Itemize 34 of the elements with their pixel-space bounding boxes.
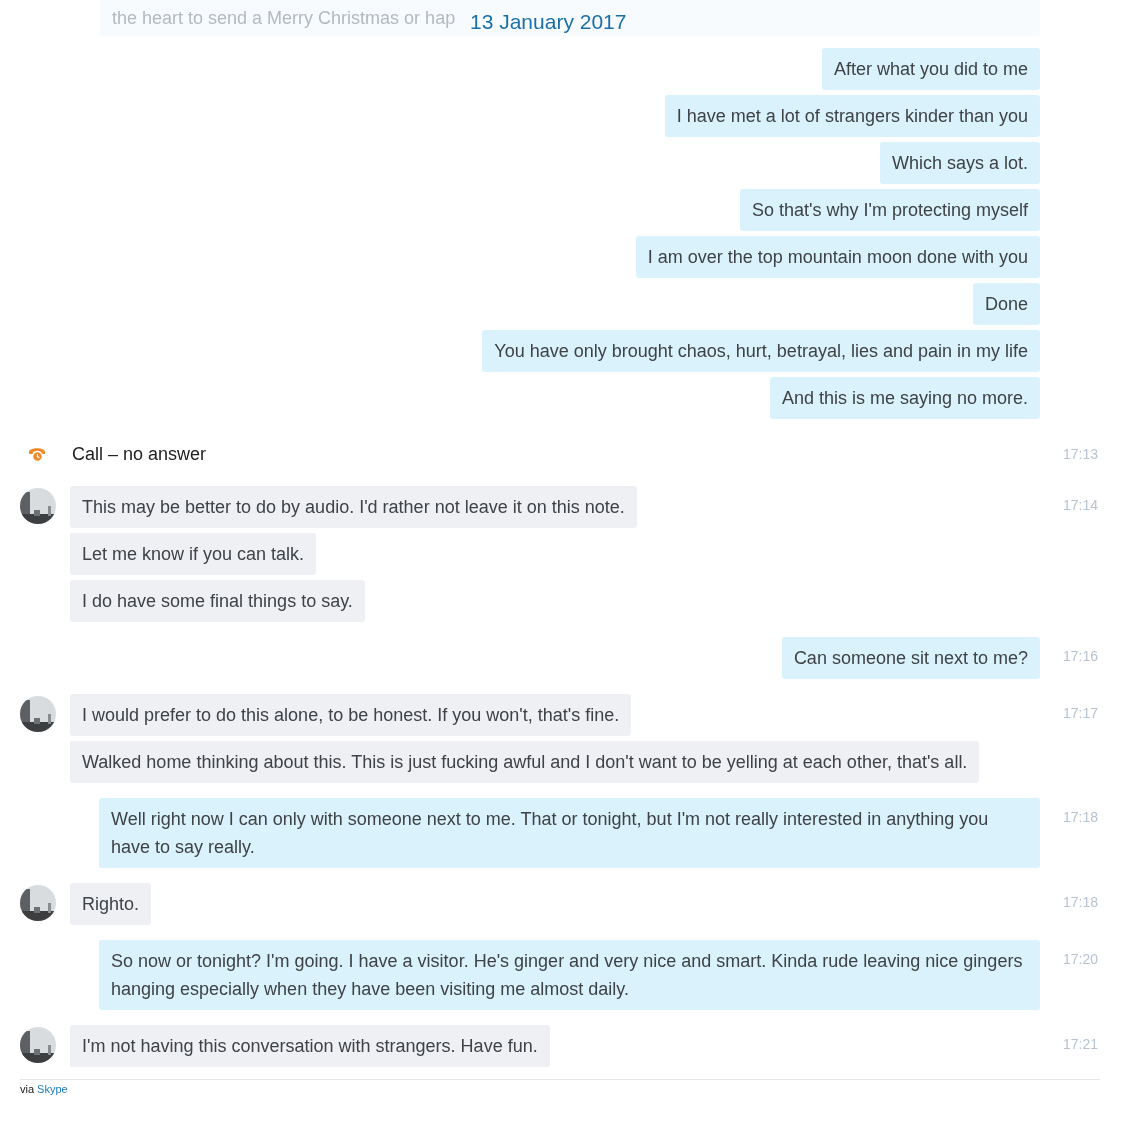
message-bubble: I have met a lot of strangers kinder than you [664, 95, 1040, 137]
call-status: Call – no answer [71, 443, 208, 466]
message-bubble: So now or tonight? I'm going. I have a visitor. He's ginger and very nice and smart. Kinda rude leaving nice gingers hanging especially when they have been visiting me almost daily. [99, 940, 1040, 1010]
message-bubble: I'm not having this conversation with strangers. Have fun. [70, 1025, 550, 1067]
avatar [20, 885, 56, 921]
timestamp: 17:18 [1063, 809, 1099, 825]
timestamp: 17:13 [1063, 446, 1099, 462]
message-bubble: Walked home thinking about this. This is just fucking awful and I don't want to be yelling at each other, that's all. [70, 741, 980, 783]
message-bubble: Done [972, 283, 1040, 325]
message-bubble: And this is me saying no more. [769, 377, 1040, 419]
message-bubble: I would prefer to do this alone, to be honest. If you won't, that's fine. [70, 694, 632, 736]
timestamp: 17:20 [1063, 951, 1099, 967]
message-bubble: This may be better to do by audio. I'd rather not leave it on this note. [70, 486, 637, 528]
message-bubble: After what you did to me [821, 48, 1040, 90]
via-label: via [20, 1083, 35, 1095]
message-bubble: So that's why I'm protecting myself [740, 189, 1040, 231]
skype-link[interactable]: Skype [37, 1083, 68, 1095]
message-bubble: Well right now I can only with someone next to me. That or tonight, but I'm not really interested in anything you have to say really. [99, 798, 1040, 868]
message-bubble: I do have some final things to say. [70, 580, 365, 622]
date-header: 13 January 2017 [470, 10, 627, 34]
timestamp: 17:21 [1063, 1036, 1099, 1052]
message-bubble: Righto. [70, 883, 152, 925]
avatar [20, 696, 56, 732]
timestamp: 17:14 [1063, 497, 1099, 513]
message-bubble: Can someone sit next to me? [781, 637, 1040, 679]
message-bubble: Let me know if you can talk. [70, 533, 317, 575]
timestamp: 17:16 [1063, 648, 1099, 664]
avatar [20, 488, 56, 524]
timestamp: 17:18 [1063, 894, 1099, 910]
message-bubble: I am over the top mountain moon done with you [635, 236, 1040, 278]
avatar [20, 1027, 56, 1063]
timestamp: 17:17 [1063, 705, 1099, 721]
message-bubble: You have only brought chaos, hurt, betrayal, lies and pain in my life [482, 330, 1040, 372]
message-bubble: Which says a lot. [879, 142, 1040, 184]
